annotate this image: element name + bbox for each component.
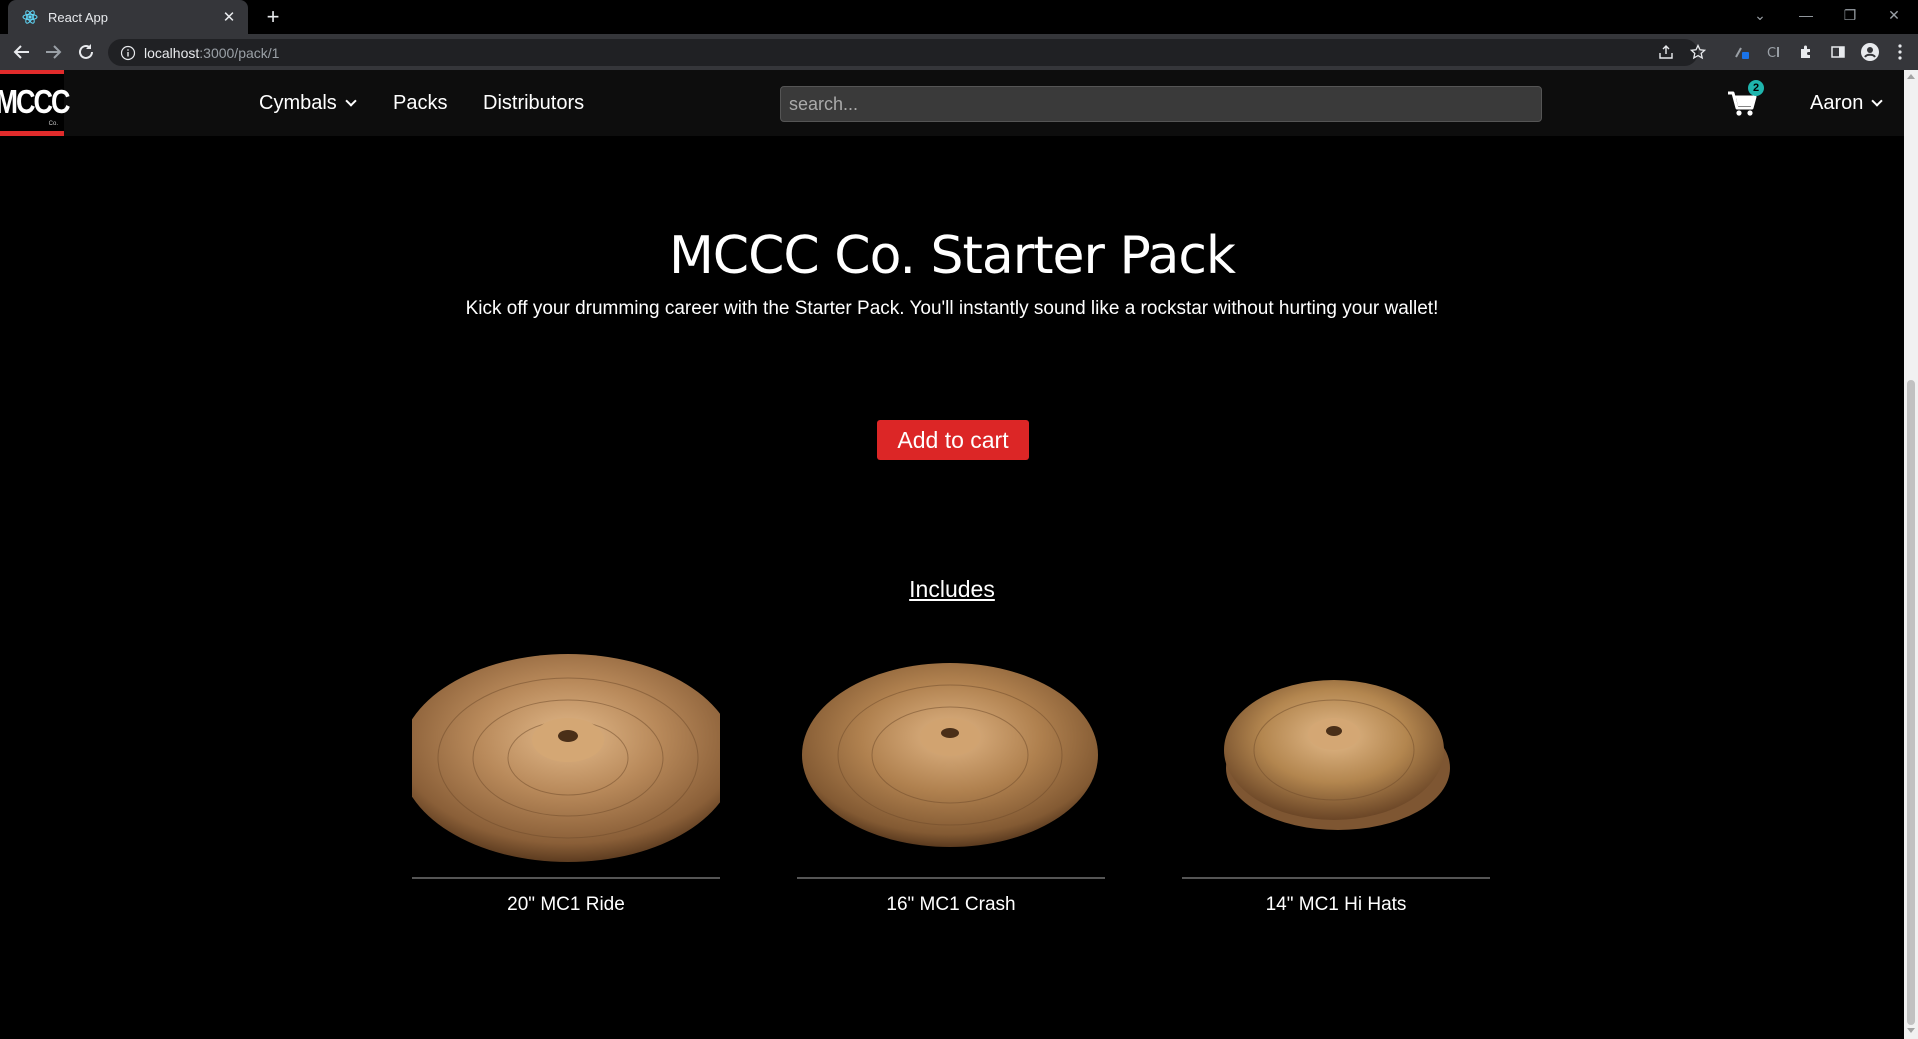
nav-packs-label: Packs — [393, 92, 448, 114]
url-text: localhost:3000/pack/1 — [144, 44, 280, 61]
forward-icon[interactable] — [41, 40, 65, 64]
nav-packs-link[interactable]: Packs — [393, 92, 447, 115]
product-card-crash[interactable]: 16" MC1 Crash — [797, 640, 1105, 920]
product-name: 14" MC1 Hi Hats — [1265, 894, 1407, 915]
product-card-ride[interactable]: 20" MC1 Ride — [412, 640, 720, 920]
browser-tabstrip: React App ✕ + ⌄ — ❐ ✕ — [0, 0, 1918, 34]
puzzle-icon[interactable] — [1794, 40, 1818, 64]
nav-cymbals-label: Cymbals — [259, 92, 337, 114]
scroll-thumb[interactable] — [1907, 380, 1915, 1025]
browser-toolbar: localhost:3000/pack/1 C — [0, 34, 1918, 70]
browser-tab[interactable]: React App ✕ — [8, 0, 248, 34]
extension-icon[interactable]: C — [1762, 40, 1786, 64]
pack-title: MCCC Co. Starter Pack — [668, 226, 1236, 286]
back-icon[interactable] — [10, 40, 34, 64]
svg-text:C: C — [1767, 46, 1776, 60]
react-icon — [22, 9, 38, 25]
cymbal-ride-image — [412, 654, 720, 862]
product-name: 20" MC1 Ride — [507, 894, 625, 915]
nav-cymbals-dropdown[interactable]: Cymbals — [259, 92, 357, 115]
address-bar[interactable]: localhost:3000/pack/1 — [108, 39, 1698, 66]
nav-distributors-label: Distributors — [483, 92, 585, 114]
reload-icon[interactable] — [74, 40, 98, 64]
restore-icon[interactable]: ❐ — [1830, 0, 1870, 30]
logo-text: MCCC — [0, 83, 71, 121]
product-divider — [1182, 877, 1490, 879]
product-divider — [797, 877, 1105, 879]
brand-logo[interactable]: MCCC Co. — [0, 70, 71, 136]
tab-title: React App — [48, 9, 108, 25]
profile-avatar-icon[interactable] — [1858, 40, 1882, 64]
product-name: 16" MC1 Crash — [886, 894, 1016, 915]
product-divider — [412, 877, 720, 879]
chevron-down-icon — [345, 94, 357, 107]
browser-menu-icon[interactable] — [1888, 40, 1912, 64]
cymbal-crash-image — [802, 663, 1098, 847]
new-tab-button[interactable]: + — [260, 4, 286, 30]
pack-description: Kick off your drumming career with the S… — [465, 298, 1439, 319]
user-menu-dropdown[interactable]: Aaron — [1810, 92, 1884, 115]
close-window-icon[interactable]: ✕ — [1874, 0, 1914, 30]
side-panel-icon[interactable] — [1826, 40, 1850, 64]
nav-distributors-link[interactable]: Distributors — [483, 92, 584, 115]
minimize-icon[interactable]: — — [1786, 0, 1826, 30]
page-scrollbar[interactable] — [1904, 70, 1918, 1039]
search-input[interactable] — [780, 86, 1542, 122]
user-name: Aaron — [1810, 92, 1864, 114]
cymbal-hihats-image — [1224, 680, 1450, 830]
includes-heading: Includes — [909, 576, 995, 602]
product-card-hihats[interactable]: 14" MC1 Hi Hats — [1182, 640, 1490, 920]
add-to-cart-button[interactable]: Add to cart — [877, 420, 1029, 460]
logo-subtext: Co. — [48, 121, 58, 127]
close-tab-icon[interactable]: ✕ — [220, 8, 238, 26]
chevron-down-icon — [1871, 94, 1884, 107]
scroll-down-arrow-icon[interactable] — [1907, 1028, 1915, 1033]
scroll-up-arrow-icon[interactable] — [1907, 74, 1915, 79]
tab-search-icon[interactable]: ⌄ — [1740, 0, 1780, 30]
site-navbar: MCCC Co. Cymbals Packs Distributors 2 Aa… — [0, 70, 1904, 136]
cart-count-badge: 2 — [1748, 80, 1764, 96]
extension-icon[interactable] — [1730, 40, 1754, 64]
bookmark-star-icon[interactable] — [1686, 40, 1710, 64]
site-info-icon[interactable] — [120, 45, 136, 61]
share-icon[interactable] — [1654, 40, 1678, 64]
